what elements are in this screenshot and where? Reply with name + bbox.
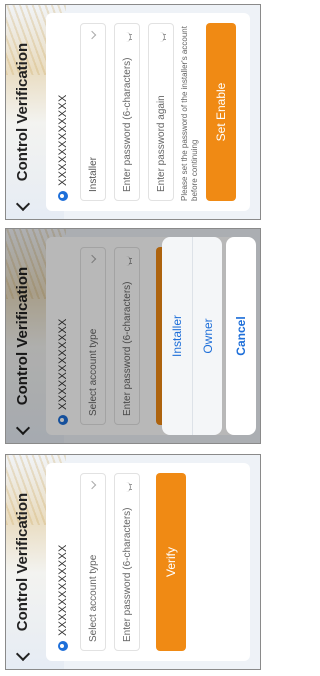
- cancel-button[interactable]: Cancel: [226, 237, 256, 435]
- phone-screens-row: Control Verification XXXXXXXXXXXX Select…: [0, 0, 265, 676]
- title-bar: Control Verification: [6, 5, 42, 219]
- eye-closed-icon[interactable]: [157, 32, 165, 42]
- password-again-input[interactable]: Enter password again: [148, 23, 174, 201]
- screen-2: Control Verification XXXXXXXXXXXX Select…: [5, 228, 261, 444]
- password-input[interactable]: Enter password (6-characters): [114, 23, 140, 201]
- account-type-action-sheet: Installer Owner Cancel: [162, 229, 260, 443]
- verify-button[interactable]: Verify: [156, 473, 186, 651]
- user-row: XXXXXXXXXXXX: [56, 94, 70, 201]
- screen-1: Control Verification XXXXXXXXXXXX Select…: [5, 454, 261, 670]
- option-owner[interactable]: Owner: [193, 237, 222, 435]
- screen-3: Control Verification XXXXXXXXXXXX Instal…: [5, 4, 261, 220]
- form-card: XXXXXXXXXXXX Installer Enter password (6…: [46, 13, 250, 211]
- user-id: XXXXXXXXXXXX: [57, 544, 69, 636]
- user-id: XXXXXXXXXXXX: [57, 94, 69, 186]
- set-enable-button[interactable]: Set Enable: [206, 23, 236, 201]
- page-title: Control Verification: [14, 42, 31, 182]
- password-placeholder: Enter password (6-characters): [121, 507, 133, 643]
- password-again-placeholder: Enter password again: [155, 95, 167, 192]
- account-type-select[interactable]: Installer: [80, 23, 106, 201]
- eye-closed-icon[interactable]: [123, 482, 131, 492]
- action-sheet-options: Installer Owner: [162, 237, 222, 435]
- account-type-value: Installer: [87, 156, 99, 192]
- installer-password-note: Please set the password of the installer…: [180, 26, 199, 201]
- user-icon: [58, 191, 68, 201]
- title-bar: Control Verification: [6, 455, 42, 669]
- option-installer[interactable]: Installer: [162, 237, 193, 435]
- page-title: Control Verification: [14, 492, 31, 632]
- account-type-value: Select account type: [87, 554, 99, 642]
- user-row: XXXXXXXXXXXX: [56, 544, 70, 651]
- form-card: XXXXXXXXXXXX Select account type Enter p…: [46, 463, 250, 661]
- eye-closed-icon[interactable]: [123, 32, 131, 42]
- password-placeholder: Enter password (6-characters): [121, 57, 133, 193]
- user-icon: [58, 641, 68, 651]
- password-input[interactable]: Enter password (6-characters): [114, 473, 140, 651]
- account-type-select[interactable]: Select account type: [80, 473, 106, 651]
